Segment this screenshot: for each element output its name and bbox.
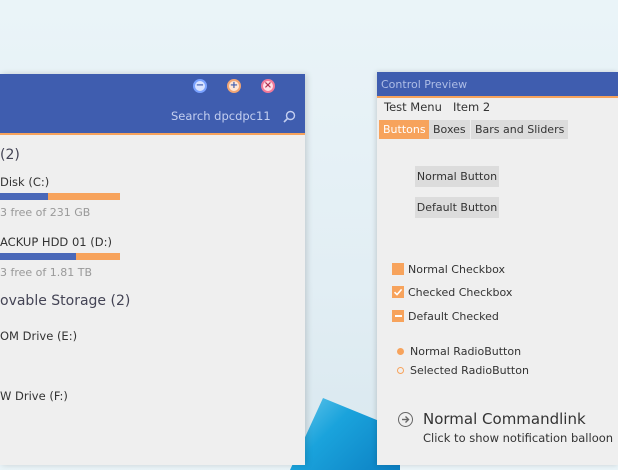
drive-c-usage-bar bbox=[0, 193, 120, 200]
group-header-removable[interactable]: ovable Storage (2) bbox=[0, 293, 130, 309]
minimize-icon[interactable]: − bbox=[193, 79, 207, 93]
drive-e-label[interactable]: OM Drive (E:) bbox=[0, 329, 77, 343]
checkmark-icon bbox=[392, 286, 404, 298]
radio-hollow-icon bbox=[397, 366, 404, 374]
tab-buttons[interactable]: Buttons bbox=[379, 120, 430, 139]
drive-d-usage-bar bbox=[0, 253, 120, 260]
window-title[interactable]: Control Preview bbox=[377, 72, 618, 98]
search-input[interactable]: Search dpcdpc11 bbox=[171, 109, 271, 123]
group-header-drives[interactable]: (2) bbox=[0, 147, 20, 163]
normal-checkbox[interactable]: Normal Checkbox bbox=[392, 262, 505, 276]
menu-test[interactable]: Test Menu bbox=[384, 100, 442, 114]
explorer-window: − + × Search dpcdpc11 (2) Disk (C:) 3 fr… bbox=[0, 74, 305, 465]
drive-c-free-space: 3 free of 231 GB bbox=[0, 206, 91, 219]
close-icon[interactable]: × bbox=[261, 79, 275, 93]
checkbox-label: Default Checked bbox=[408, 309, 499, 323]
commandlink-note: Click to show notification balloon bbox=[423, 431, 614, 445]
checkbox-unchecked-icon bbox=[392, 263, 404, 275]
drive-d-free-space: 3 free of 1.81 TB bbox=[0, 266, 93, 279]
checkbox-label: Checked Checkbox bbox=[408, 285, 513, 299]
search-icon[interactable] bbox=[283, 110, 296, 123]
drive-d-label[interactable]: ACKUP HDD 01 (D:) bbox=[0, 235, 112, 249]
drive-f-label[interactable]: W Drive (F:) bbox=[0, 389, 68, 403]
explorer-titlebar[interactable]: − + × bbox=[0, 74, 305, 99]
commandlink-title: Normal Commandlink bbox=[423, 410, 586, 428]
indeterminate-icon bbox=[392, 310, 404, 322]
radio-label: Normal RadioButton bbox=[410, 344, 522, 358]
selected-radiobutton[interactable]: Selected RadioButton bbox=[397, 363, 529, 377]
normal-radiobutton[interactable]: Normal RadioButton bbox=[397, 344, 521, 358]
tab-boxes[interactable]: Boxes bbox=[429, 120, 470, 139]
menu-item-2[interactable]: Item 2 bbox=[453, 100, 490, 114]
checked-checkbox[interactable]: Checked Checkbox bbox=[392, 285, 512, 299]
checkbox-label: Normal Checkbox bbox=[408, 262, 506, 276]
arrow-right-icon bbox=[398, 412, 413, 427]
radio-filled-icon bbox=[397, 347, 404, 355]
default-checked-checkbox[interactable]: Default Checked bbox=[392, 309, 499, 323]
normal-button[interactable]: Normal Button bbox=[415, 166, 499, 187]
explorer-search-bar: Search dpcdpc11 bbox=[0, 99, 305, 135]
drive-c-label[interactable]: Disk (C:) bbox=[0, 175, 49, 189]
tab-bars-and-sliders[interactable]: Bars and Sliders bbox=[471, 120, 569, 139]
radio-label: Selected RadioButton bbox=[410, 363, 529, 377]
default-button[interactable]: Default Button bbox=[415, 197, 499, 218]
maximize-icon[interactable]: + bbox=[227, 79, 241, 93]
control-preview-window: Control Preview Test Menu Item 2 Buttons… bbox=[377, 72, 618, 465]
